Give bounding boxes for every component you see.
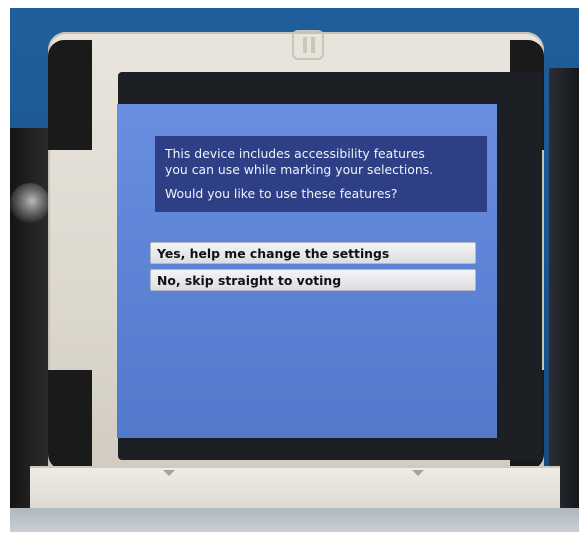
prompt-question: Would you like to use these features? [165,186,398,201]
corner-bumper-bottom-left [48,370,92,470]
tray-notch-left [163,470,175,476]
table-surface [10,508,579,532]
right-shadow [549,68,579,532]
prompt-line-1: This device includes accessibility featu… [165,146,425,161]
ballot-tray [30,466,560,512]
cable-connector-icon [10,183,50,223]
bracket-logo-icon [292,30,324,60]
no-skip-to-voting-button[interactable]: No, skip straight to voting [150,269,476,291]
accessibility-prompt-text: This device includes accessibility featu… [165,146,480,202]
corner-bumper-top-left [48,40,92,150]
tray-notch-right [412,470,424,476]
yes-change-settings-button[interactable]: Yes, help me change the settings [150,242,476,264]
prompt-line-2: you can use while marking your selection… [165,162,434,177]
